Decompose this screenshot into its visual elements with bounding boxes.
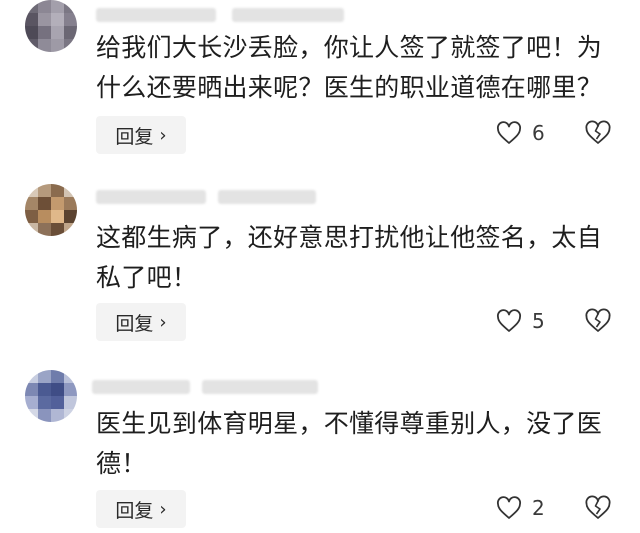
avatar-mosaic-cell bbox=[38, 370, 51, 383]
avatar-mosaic-cell bbox=[25, 370, 38, 383]
avatar-mosaic-cell bbox=[51, 409, 64, 422]
chevron-right-icon: › bbox=[159, 124, 167, 146]
avatar-mosaic-cell bbox=[25, 0, 38, 13]
avatar-mosaic-cell bbox=[25, 396, 38, 409]
reply-label: 回复 bbox=[115, 312, 154, 335]
reply-button[interactable]: 回复 › bbox=[96, 303, 186, 341]
heart-icon bbox=[497, 496, 521, 519]
avatar-mosaic-cell bbox=[38, 0, 51, 13]
avatar-mosaic-cell bbox=[64, 26, 77, 39]
avatar-mosaic-cell bbox=[51, 197, 64, 210]
user-meta-blurred bbox=[218, 190, 316, 204]
avatar-mosaic-cell bbox=[64, 223, 77, 236]
dislike-button[interactable] bbox=[584, 308, 612, 338]
avatar-mosaic-cell bbox=[64, 396, 77, 409]
avatar-mosaic-cell bbox=[38, 409, 51, 422]
avatar-mosaic-cell bbox=[38, 26, 51, 39]
avatar-mosaic-cell bbox=[25, 39, 38, 52]
avatar-mosaic-cell bbox=[25, 197, 38, 210]
like-button[interactable]: 5 bbox=[496, 309, 545, 333]
avatar-mosaic-cell bbox=[64, 0, 77, 13]
avatar-mosaic-cell bbox=[64, 383, 77, 396]
dislike-button[interactable] bbox=[584, 120, 612, 150]
avatar-mosaic-cell bbox=[51, 0, 64, 13]
broken-heart-icon bbox=[585, 120, 611, 144]
avatar-mosaic-cell bbox=[64, 370, 77, 383]
avatar-mosaic-cell bbox=[25, 409, 38, 422]
chevron-right-icon: › bbox=[159, 498, 167, 520]
avatar-mosaic-cell bbox=[51, 210, 64, 223]
heart-icon bbox=[497, 309, 521, 332]
dislike-button[interactable] bbox=[584, 495, 612, 525]
comment-text: 医生见到体育明星，不懂得尊重别人，没了医德！ bbox=[96, 409, 603, 478]
avatar-mosaic-cell bbox=[25, 210, 38, 223]
avatar-mosaic-cell bbox=[25, 26, 38, 39]
avatar-mosaic-cell bbox=[51, 383, 64, 396]
avatar-mosaic-cell bbox=[51, 26, 64, 39]
reply-button[interactable]: 回复 › bbox=[96, 116, 186, 154]
like-count: 2 bbox=[532, 496, 545, 520]
comment-text: 给我们大长沙丢脸，你让人签了就签了吧！为什么还要晒出来呢？医生的职业道德在哪里？ bbox=[96, 33, 603, 102]
avatar-mosaic-cell bbox=[38, 184, 51, 197]
user-meta-blurred bbox=[232, 8, 344, 22]
reply-button[interactable]: 回复 › bbox=[96, 490, 186, 528]
like-button[interactable]: 2 bbox=[496, 496, 545, 520]
avatar-mosaic-cell bbox=[38, 383, 51, 396]
like-count: 6 bbox=[532, 121, 545, 145]
broken-heart-icon bbox=[585, 308, 611, 332]
user-meta-blurred bbox=[202, 380, 318, 394]
username-blurred[interactable] bbox=[96, 190, 206, 204]
chevron-right-icon: › bbox=[159, 311, 167, 333]
avatar-mosaic-cell bbox=[38, 13, 51, 26]
username-blurred[interactable] bbox=[96, 8, 216, 22]
avatar-mosaic-cell bbox=[51, 39, 64, 52]
avatar-mosaic-cell bbox=[64, 184, 77, 197]
avatar-mosaic-cell bbox=[25, 13, 38, 26]
avatar-mosaic-cell bbox=[64, 409, 77, 422]
avatar-mosaic-cell bbox=[64, 39, 77, 52]
like-count: 5 bbox=[532, 309, 545, 333]
broken-heart-icon bbox=[585, 495, 611, 519]
avatar[interactable] bbox=[25, 370, 77, 422]
avatar-mosaic-cell bbox=[38, 197, 51, 210]
avatar-mosaic-cell bbox=[25, 184, 38, 197]
avatar-mosaic-cell bbox=[51, 396, 64, 409]
reply-label: 回复 bbox=[115, 499, 154, 522]
comment-text: 这都生病了，还好意思打扰他让他签名，太自私了吧！ bbox=[96, 223, 603, 292]
avatar-mosaic-cell bbox=[64, 197, 77, 210]
avatar-mosaic-cell bbox=[38, 210, 51, 223]
avatar-mosaic-cell bbox=[51, 223, 64, 236]
avatar-mosaic-cell bbox=[51, 184, 64, 197]
avatar-mosaic-cell bbox=[64, 13, 77, 26]
avatar-mosaic-cell bbox=[64, 210, 77, 223]
reply-label: 回复 bbox=[115, 125, 154, 148]
avatar[interactable] bbox=[25, 184, 77, 236]
avatar-mosaic-cell bbox=[51, 13, 64, 26]
avatar-mosaic-cell bbox=[25, 223, 38, 236]
avatar-mosaic-cell bbox=[38, 396, 51, 409]
username-blurred[interactable] bbox=[92, 380, 190, 394]
avatar-mosaic-cell bbox=[25, 383, 38, 396]
like-button[interactable]: 6 bbox=[496, 121, 545, 145]
heart-icon bbox=[497, 121, 521, 144]
avatar-mosaic-cell bbox=[38, 39, 51, 52]
avatar-mosaic-cell bbox=[51, 370, 64, 383]
avatar-mosaic-cell bbox=[38, 223, 51, 236]
avatar[interactable] bbox=[25, 0, 77, 52]
